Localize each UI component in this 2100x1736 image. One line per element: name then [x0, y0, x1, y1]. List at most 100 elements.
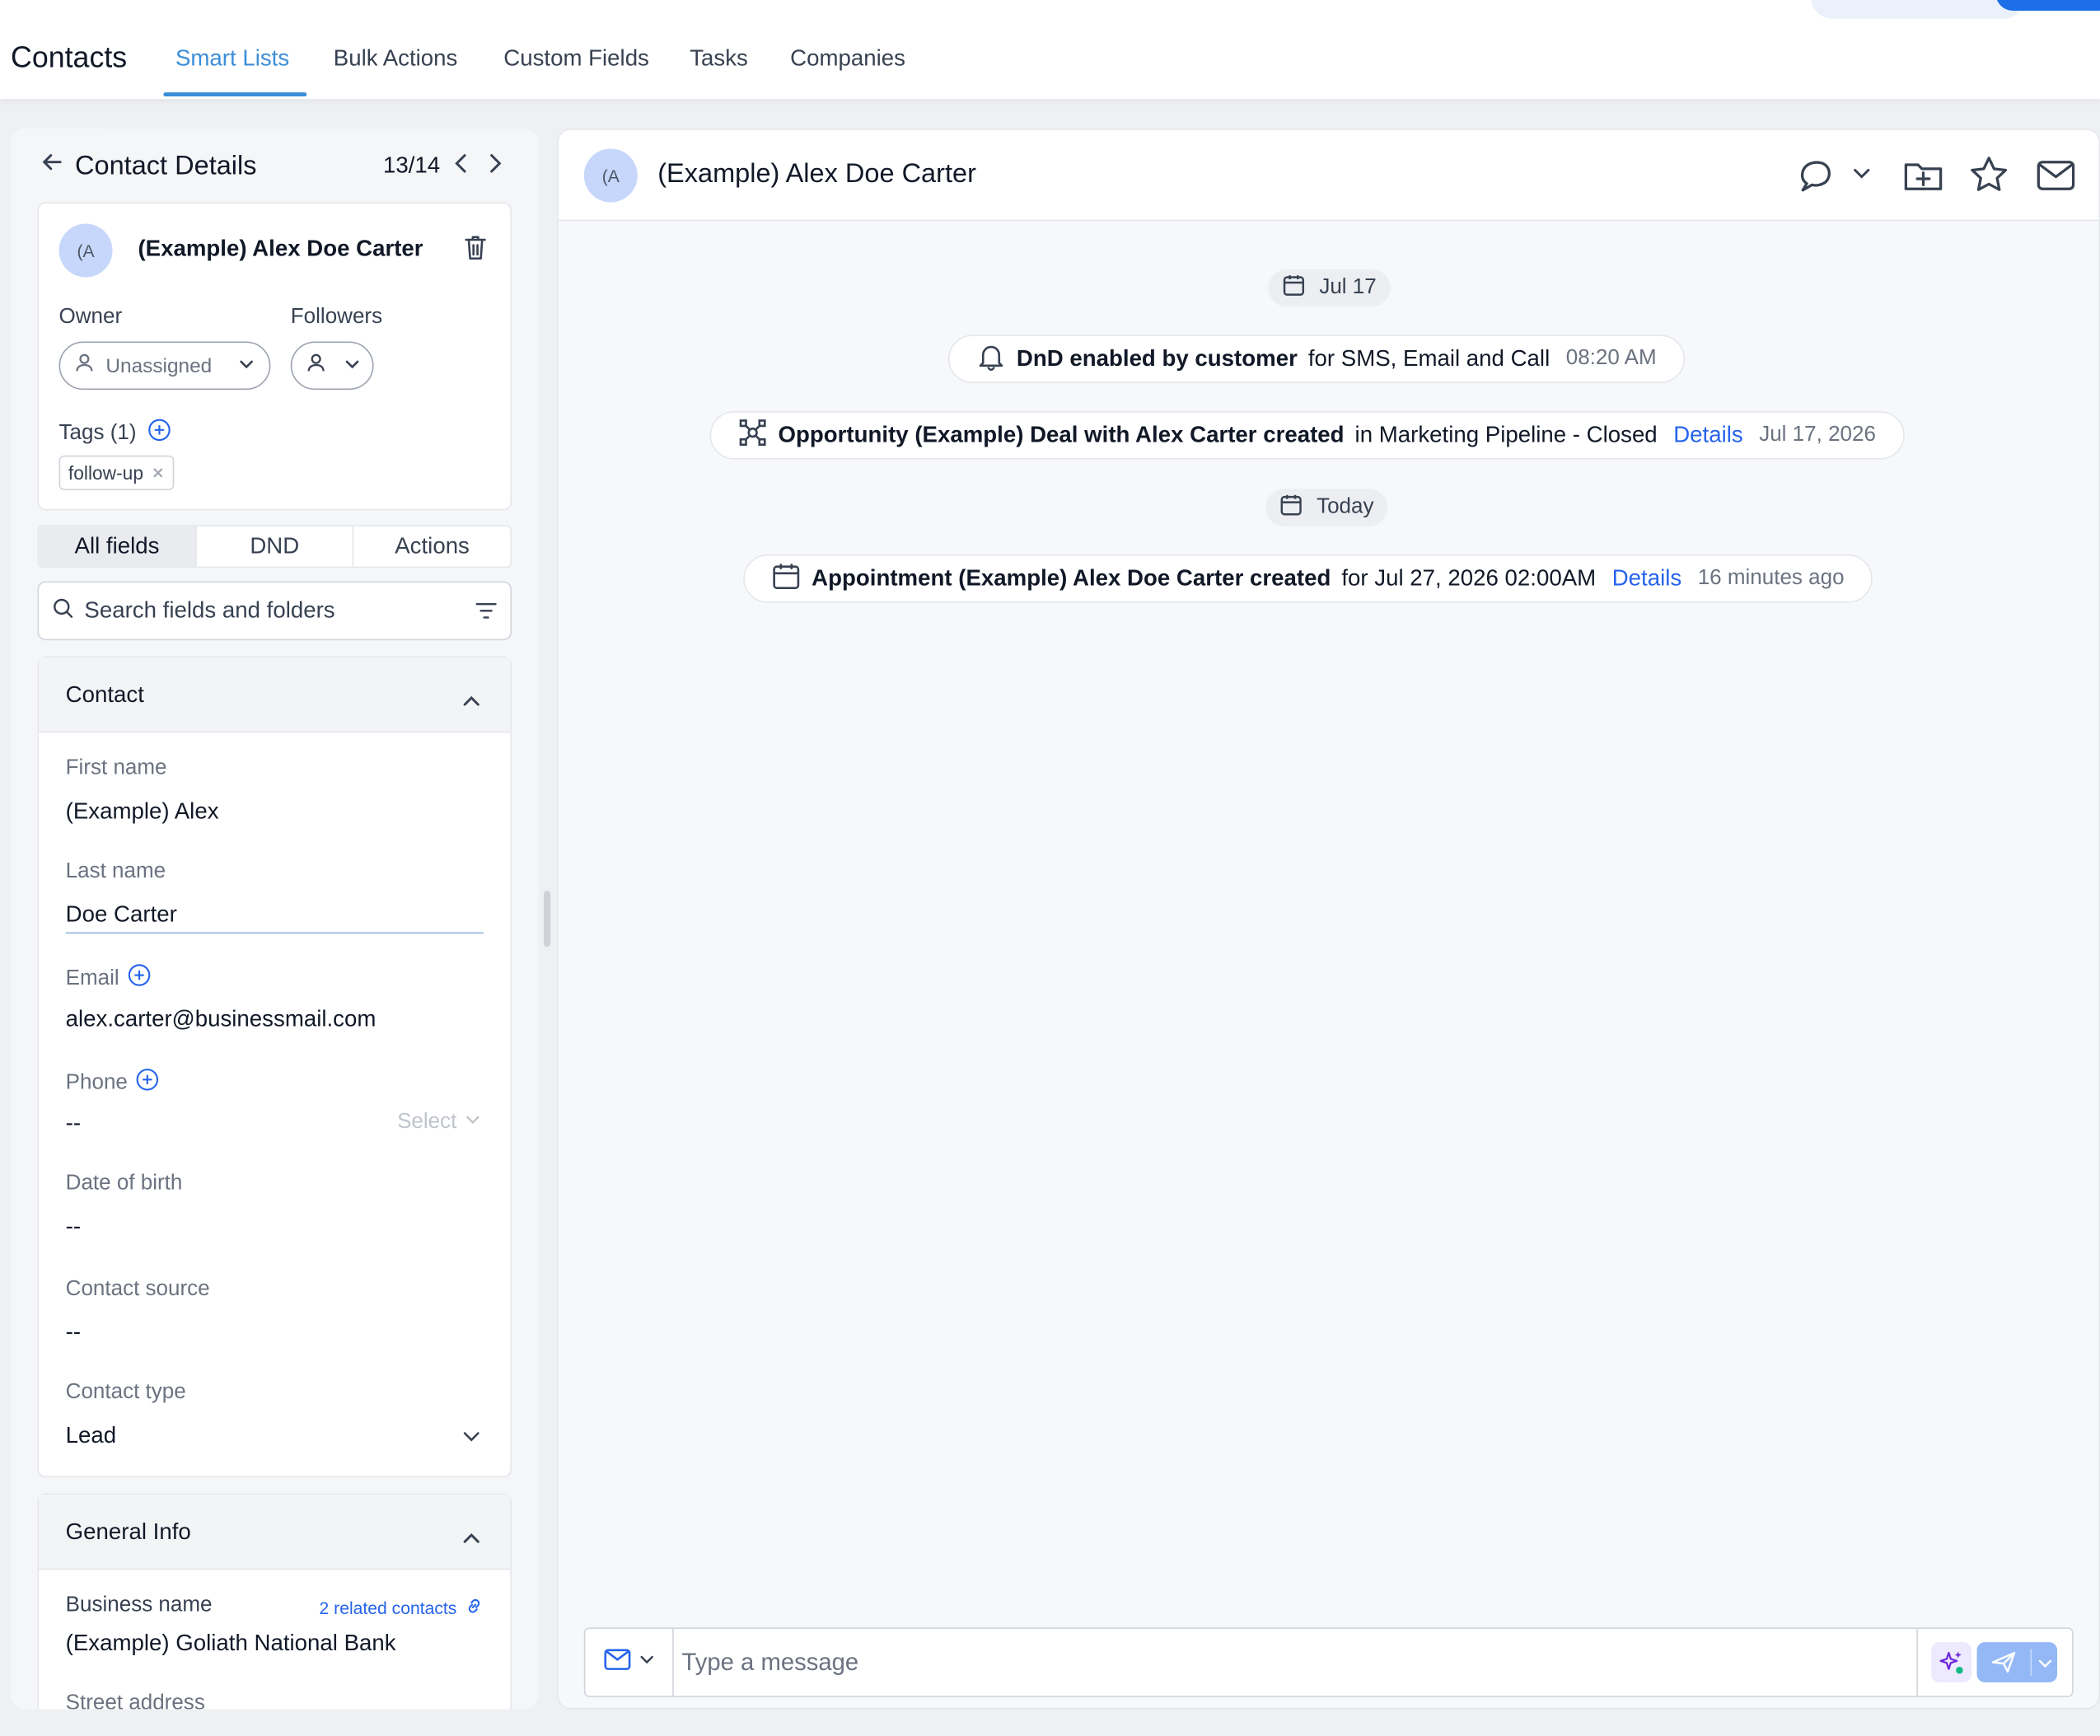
date-separator-label: Today	[1317, 495, 1374, 519]
tags-label: Tags (1)	[59, 418, 171, 448]
general-info-title: General Info	[65, 1518, 191, 1544]
top-pill[interactable]	[1810, 0, 2026, 19]
chevron-up-icon[interactable]	[462, 687, 481, 714]
phone-label-text: Phone	[65, 1070, 128, 1094]
composer-actions	[1916, 1628, 2072, 1696]
close-icon[interactable]	[152, 462, 165, 484]
contact-details-header: Contact Details	[40, 150, 257, 182]
dob-field[interactable]: --	[66, 1214, 81, 1241]
calendar-icon	[1282, 273, 1306, 303]
contact-name: (Example) Alex Doe Carter	[138, 236, 423, 262]
timeline-event-opportunity: Opportunity (Example) Deal with Alex Car…	[709, 411, 1905, 460]
followers-select[interactable]	[290, 341, 374, 391]
phone-label: Phone	[66, 1068, 160, 1098]
send-divider	[2030, 1649, 2032, 1676]
mail-icon	[603, 1648, 630, 1676]
chevron-right-icon[interactable]	[488, 152, 504, 180]
search-placeholder: Search fields and folders	[84, 597, 335, 623]
conversation-header: (A (Example) Alex Doe Carter	[558, 129, 2099, 222]
tags-count: Tags (1)	[58, 421, 137, 444]
contact-source-label: Contact source	[65, 1277, 210, 1301]
general-info-header[interactable]: General Info	[39, 1495, 511, 1570]
chat-bubble-icon[interactable]	[1796, 154, 1839, 204]
first-name-field[interactable]: (Example) Alex	[66, 798, 219, 826]
email-label: Email	[66, 963, 152, 994]
segment-dnd[interactable]: DND	[196, 526, 354, 567]
active-tab-indicator	[163, 92, 307, 97]
search-icon	[52, 597, 73, 625]
calendar-icon	[771, 560, 801, 597]
business-name-field[interactable]: (Example) Goliath National Bank	[66, 1630, 396, 1657]
segment-actions[interactable]: Actions	[354, 526, 511, 567]
event-time: 16 minutes ago	[1697, 566, 1845, 590]
date-separator-label: Jul 17	[1319, 275, 1377, 299]
pipeline-icon	[738, 417, 768, 453]
segment-all-fields[interactable]: All fields	[39, 526, 197, 567]
tab-companies[interactable]: Companies	[790, 45, 905, 73]
tab-bulk-actions[interactable]: Bulk Actions	[334, 45, 458, 73]
top-primary-button[interactable]	[1995, 0, 2100, 12]
chevron-up-icon[interactable]	[462, 1524, 481, 1551]
related-contacts-link[interactable]: 2 related contacts	[320, 1597, 484, 1620]
details-link[interactable]: Details	[1612, 565, 1681, 592]
contact-source-field[interactable]: --	[66, 1319, 81, 1346]
ai-sparkle-button[interactable]	[1931, 1642, 1972, 1682]
filter-icon[interactable]	[475, 600, 497, 627]
event-title: DnD enabled by customer	[1016, 345, 1298, 372]
folder-add-icon[interactable]	[1901, 154, 1944, 204]
message-input[interactable]: Type a message	[681, 1649, 858, 1677]
trash-icon[interactable]	[462, 233, 489, 269]
last-name-label: Last name	[65, 859, 166, 883]
avatar: (A	[58, 223, 113, 278]
tab-tasks[interactable]: Tasks	[690, 45, 748, 73]
contact-section: Contact First name (Example) Alex Last n…	[37, 656, 512, 1478]
contact-type-select[interactable]: Lead	[66, 1422, 116, 1449]
back-arrow-icon[interactable]	[40, 150, 64, 182]
chevron-down-icon	[237, 355, 256, 379]
send-button[interactable]	[1976, 1642, 2058, 1682]
calendar-icon	[1279, 492, 1303, 522]
event-title: Appointment (Example) Alex Doe Carter cr…	[811, 565, 1331, 591]
link-icon	[465, 1597, 484, 1620]
last-name-field[interactable]: Doe Carter	[66, 901, 177, 929]
contact-section-header[interactable]: Contact	[39, 657, 511, 733]
page-title: Contacts	[11, 40, 128, 74]
tab-smart-lists[interactable]: Smart Lists	[175, 45, 289, 73]
chevron-down-icon[interactable]	[2037, 1654, 2054, 1678]
panel-resize-handle[interactable]	[544, 891, 551, 948]
contact-details-title: Contact Details	[75, 150, 257, 180]
chevron-down-icon[interactable]	[1852, 165, 1871, 190]
phone-type-select[interactable]: Select	[397, 1111, 481, 1135]
tab-custom-fields[interactable]: Custom Fields	[503, 45, 649, 73]
star-icon[interactable]	[1967, 154, 2010, 204]
chevron-down-icon	[638, 1650, 655, 1674]
general-info-section: General Info Business name 2 related con…	[37, 1493, 512, 1710]
chevron-down-icon	[465, 1111, 481, 1135]
chevron-down-icon[interactable]	[462, 1426, 481, 1452]
user-icon	[73, 353, 95, 380]
event-detail: for Jul 27, 2026 02:00AM	[1341, 565, 1597, 591]
details-link[interactable]: Details	[1673, 422, 1742, 449]
user-icon	[306, 352, 327, 380]
send-icon	[1990, 1650, 2018, 1681]
owner-select[interactable]: Unassigned	[58, 341, 271, 391]
add-circle-icon[interactable]	[147, 418, 171, 448]
channel-select[interactable]	[585, 1628, 674, 1696]
add-circle-icon[interactable]	[127, 963, 151, 994]
email-field[interactable]: alex.carter@businessmail.com	[66, 1006, 377, 1033]
contact-summary-card: (A (Example) Alex Doe Carter Owner Follo…	[37, 202, 512, 511]
tag-chip: follow-up	[58, 455, 175, 491]
tag-label: follow-up	[68, 461, 144, 484]
conversation-contact-name: (Example) Alex Doe Carter	[657, 159, 976, 190]
message-composer: Type a message	[583, 1627, 2074, 1697]
contact-details-panel: Contact Details 13/14 (A (Example) Alex …	[11, 129, 539, 1710]
phone-field[interactable]: --	[66, 1111, 81, 1138]
search-fields-input[interactable]: Search fields and folders	[37, 581, 512, 641]
bell-icon	[976, 341, 1006, 377]
street-address-label: Street address	[65, 1692, 205, 1710]
add-circle-icon[interactable]	[136, 1068, 160, 1098]
mail-icon[interactable]	[2034, 154, 2077, 204]
related-contacts-text: 2 related contacts	[319, 1598, 457, 1618]
conversation-panel: (A (Example) Alex Doe Carter Jul 17 DnD …	[557, 129, 2100, 1710]
chevron-left-icon[interactable]	[452, 152, 469, 180]
